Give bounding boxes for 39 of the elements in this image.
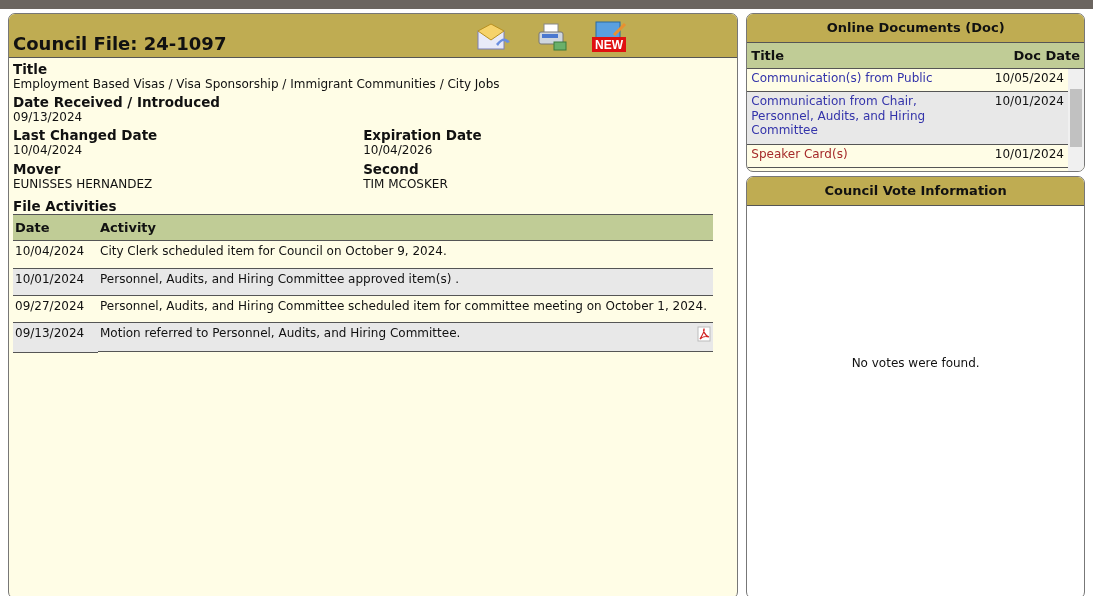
field-label: Date Received / Introduced	[13, 95, 222, 111]
field-value: 09/13/2024	[13, 110, 84, 125]
field-value: 10/04/2024	[13, 143, 84, 158]
document-link[interactable]: Speaker Card(s)	[751, 146, 967, 161]
table-cell: 10/05/2024	[994, 71, 1064, 86]
column-header: Activity	[98, 214, 714, 241]
empty-message: No votes were found.	[851, 354, 980, 372]
field-value: TIM MCOSKER	[363, 176, 449, 191]
field-value: Employment Based Visas / Visa Sponsorship / Immigrant Communities / City Jobs	[13, 76, 501, 92]
field-label: Expiration Date	[363, 128, 483, 144]
panel-title: Online Documents (Doc)	[747, 14, 1084, 43]
email-icon[interactable]	[476, 22, 513, 52]
table-cell: 09/13/2024	[13, 322, 98, 353]
panel-title: Council Vote Information	[747, 177, 1084, 206]
document-link[interactable]: Communication from Chair, Personnel, Audits, and Hiring Committee	[751, 94, 967, 138]
table-cell: 10/01/2024	[994, 146, 1064, 161]
table-cell: 10/04/2024	[13, 240, 98, 269]
field-value: 10/04/2026	[363, 143, 434, 158]
printer-icon[interactable]	[536, 22, 569, 52]
table-cell: 10/01/2024	[13, 268, 98, 296]
table-cell: Personnel, Audits, and Hiring Committee approved item(s) .	[98, 268, 714, 296]
field-value: EUNISSES HERNANDEZ	[13, 176, 154, 191]
column-header: Date	[13, 214, 98, 241]
council-file-title: Council File: 24-1097	[13, 32, 227, 56]
field-label: Title	[13, 62, 49, 77]
table-cell: 09/27/2024	[13, 295, 98, 323]
field-label: Mover	[13, 161, 62, 177]
table-cell: City Clerk scheduled item for Council on October 9, 2024.	[98, 240, 714, 269]
table-cell-text: 10/01/2024	[994, 94, 1064, 111]
pdf-icon[interactable]	[697, 326, 712, 343]
scrollbar[interactable]	[1068, 69, 1084, 171]
field-label: Second	[363, 161, 420, 177]
field-label: Last Changed Date	[13, 128, 159, 144]
table-cell: Personnel, Audits, and Hiring Committee scheduled item for committee meeting on October 1, 2024.	[98, 295, 714, 323]
document-link[interactable]: Communication(s) from Public	[751, 71, 967, 86]
column-header: Title	[751, 46, 786, 65]
activity-text: Motion referred to Personnel, Audits, and Hiring Committee.	[100, 326, 461, 343]
column-header: Doc Date	[1013, 46, 1080, 65]
section-title: File Activities	[13, 198, 118, 214]
